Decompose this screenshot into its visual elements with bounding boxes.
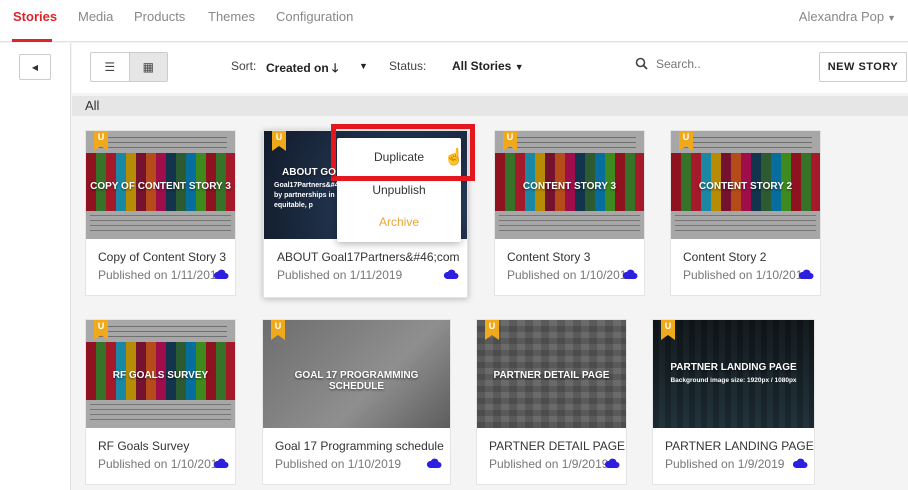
thumbnail-title: RF GOALS SURVEY — [112, 370, 209, 381]
chevron-left-icon: ◀ — [31, 62, 39, 72]
thumbnail-title: GOAL 17 PROGRAMMING SCHEDULE — [294, 370, 419, 392]
story-thumbnail: U CONTENT STORY 2 — [671, 131, 820, 239]
view-toggle: ☰ ▦ — [90, 52, 168, 82]
thumbnail-title: CONTENT STORY 2 — [698, 181, 793, 192]
nav-tab-stories[interactable]: Stories — [13, 9, 57, 24]
story-date: Published on 1/11/2019 — [98, 268, 224, 282]
sort-dropdown[interactable]: Created on 🡓 — [266, 59, 338, 80]
unpublished-badge: U — [661, 320, 675, 340]
story-name: Goal 17 Programming schedule — [275, 439, 444, 453]
grid-view-icon[interactable]: ▦ — [128, 53, 167, 81]
story-card[interactable]: U GOAL 17 PROGRAMMING SCHEDULE Goal 17 P… — [262, 319, 451, 485]
thumbnail-subtitle: Goal17Partners&#46;co by partnerships in… — [274, 182, 353, 209]
story-thumbnail: U GOAL 17 PROGRAMMING SCHEDULE — [263, 320, 450, 428]
side-panel: ◀ — [0, 43, 71, 490]
unpublished-badge: U — [485, 320, 499, 340]
story-thumbnail: U RF GOALS SURVEY — [86, 320, 235, 428]
nav-tab-media[interactable]: Media — [78, 9, 113, 24]
cloud-icon — [792, 458, 808, 468]
story-card[interactable]: U CONTENT STORY 3 Content Story 3 Publis… — [494, 130, 645, 296]
arrow-down-icon[interactable]: 🡓 — [332, 61, 338, 75]
thumbnail-title: PARTNER DETAIL PAGE — [493, 370, 610, 381]
unpublished-badge: U — [503, 131, 517, 151]
cloud-icon — [622, 269, 638, 279]
story-date: Published on 1/9/2019 — [665, 457, 785, 471]
story-date: Published on 1/10/2019 — [98, 457, 225, 471]
story-thumbnail: U PARTNER LANDING PAGE Background image … — [653, 320, 814, 428]
cloud-icon — [213, 269, 229, 279]
unpublished-badge: U — [271, 320, 285, 340]
cloud-icon — [426, 458, 442, 468]
story-thumbnail: U PARTNER DETAIL PAGE — [477, 320, 626, 428]
story-thumbnail: U COPY OF CONTENT STORY 3 — [86, 131, 235, 239]
unpublished-badge: U — [94, 131, 108, 151]
status-dropdown[interactable]: All Stories ▼ — [452, 59, 524, 73]
story-card[interactable]: U PARTNER LANDING PAGE Background image … — [652, 319, 815, 485]
story-date: Published on 1/10/2019 — [683, 268, 810, 282]
user-menu[interactable]: Alexandra Pop ▼ — [799, 9, 896, 24]
search-icon[interactable] — [635, 57, 648, 73]
thumbnail-title: PARTNER LANDING PAGE — [670, 362, 797, 373]
section-title: All — [85, 98, 100, 113]
nav-tab-configuration[interactable]: Configuration — [276, 9, 353, 24]
new-story-button[interactable]: NEW STORY — [819, 52, 907, 82]
story-name: Copy of Content Story 3 — [98, 250, 227, 264]
unpublished-badge: U — [94, 320, 108, 340]
nav-tab-themes[interactable]: Themes — [208, 9, 255, 24]
status-value: All Stories — [452, 59, 512, 73]
nav-tab-products[interactable]: Products — [134, 9, 185, 24]
thumbnail-title: COPY OF CONTENT STORY 3 — [90, 181, 231, 192]
cloud-icon — [798, 269, 814, 279]
thumbnail-title: CONTENT STORY 3 — [522, 181, 617, 192]
chevron-down-icon: ▼ — [887, 13, 896, 23]
sort-label: Sort: — [231, 59, 257, 73]
story-card[interactable]: U CONTENT STORY 2 Content Story 2 Publis… — [670, 130, 821, 296]
story-date: Published on 1/11/2019 — [277, 268, 403, 282]
story-name: Content Story 3 — [507, 250, 591, 264]
story-name: ABOUT Goal17Partners&#46;com — [277, 250, 460, 264]
user-name: Alexandra Pop — [798, 9, 885, 24]
top-navigation: Stories Media Products Themes Configurat… — [0, 0, 908, 42]
story-name: PARTNER LANDING PAGE — [665, 439, 814, 453]
cloud-icon — [443, 269, 459, 279]
cloud-icon — [213, 458, 229, 468]
story-card[interactable]: U PARTNER DETAIL PAGE PARTNER DETAIL PAG… — [476, 319, 627, 485]
thumbnail-title: ABOUT GO — [282, 167, 336, 178]
story-date: Published on 1/10/2019 — [507, 268, 634, 282]
story-name: Content Story 2 — [683, 250, 767, 264]
story-thumbnail: U CONTENT STORY 3 — [495, 131, 644, 239]
chevron-down-icon: ▼ — [514, 62, 524, 72]
status-label: Status: — [389, 59, 427, 73]
thumbnail-subtitle: Background image size: 1920px / 1080px — [670, 377, 797, 384]
active-tab-indicator — [12, 39, 52, 42]
story-name: PARTNER DETAIL PAGE — [489, 439, 626, 453]
stories-toolbar: ☰ ▦ Sort: Created on 🡓 ▼ Status: All Sto… — [72, 43, 908, 93]
sort-value: Created on — [266, 61, 329, 75]
menu-item-archive[interactable]: Archive — [337, 215, 461, 229]
unpublished-badge: U — [272, 131, 286, 151]
search-input[interactable] — [656, 57, 776, 71]
story-card[interactable]: U RF GOALS SURVEY RF Goals Survey Publis… — [85, 319, 236, 485]
story-date: Published on 1/9/2019 — [489, 457, 609, 471]
section-header: All — [72, 96, 908, 116]
story-name: RF Goals Survey — [98, 439, 190, 453]
collapse-panel-button[interactable]: ◀ — [19, 54, 51, 80]
chevron-down-icon[interactable]: ▼ — [359, 61, 368, 71]
hand-cursor-icon: ☝ — [444, 149, 464, 166]
story-card[interactable]: U COPY OF CONTENT STORY 3 Copy of Conten… — [85, 130, 236, 296]
cloud-icon — [604, 458, 620, 468]
menu-item-unpublish[interactable]: Unpublish — [337, 183, 461, 197]
unpublished-badge: U — [679, 131, 693, 151]
story-date: Published on 1/10/2019 — [275, 457, 402, 471]
list-view-icon[interactable]: ☰ — [91, 53, 129, 81]
